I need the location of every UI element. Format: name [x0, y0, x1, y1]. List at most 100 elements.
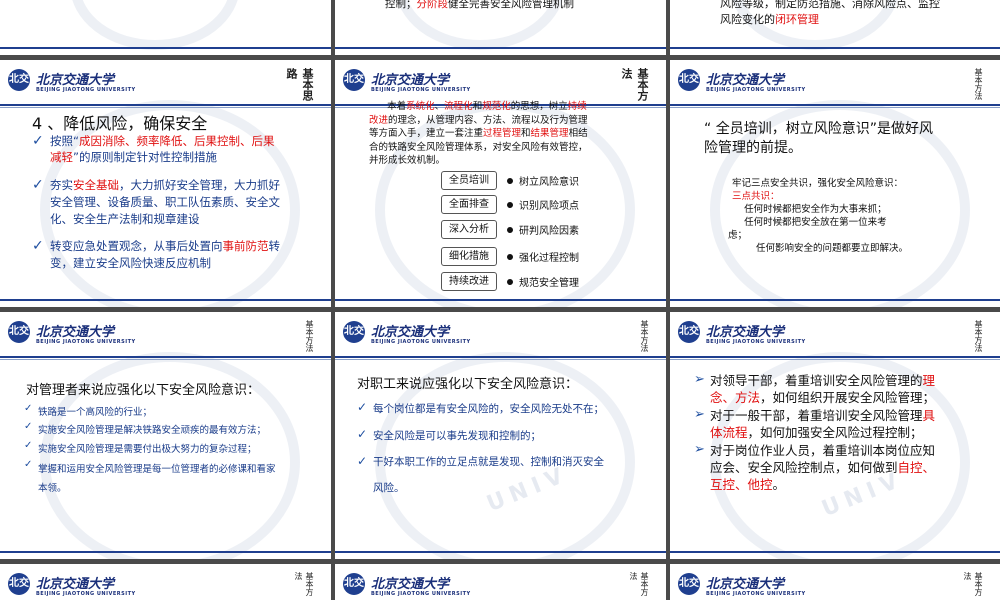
slide-12-partial[interactable]: 北交 北京交通大学 BEIJING JIAOTONG UNIVERSITY 基本…: [670, 564, 1000, 600]
footer-line: [0, 47, 331, 49]
slide-heading: “ 全员培训，树立风险意识”是做好风 险管理的前提。: [704, 121, 933, 156]
check-icon: ✓: [24, 459, 33, 470]
footer-line: [0, 299, 331, 301]
university-logo-sub: BEIJING JIAOTONG UNIVERSITY: [36, 87, 136, 93]
check-icon: ✓: [32, 177, 44, 193]
footer-line: [335, 551, 666, 553]
university-logo: 北京交通大学: [36, 73, 115, 88]
slide-7[interactable]: 北交 北京交通大学 BEIJING JIAOTONG UNIVERSITY 基本…: [0, 312, 331, 559]
section-label: 基本方法: [640, 320, 649, 352]
footer-line: [670, 299, 1000, 301]
intro-paragraph: 本着系统化、流程化和规范化的思想，树立持续 改进的理念，从管理内容、方法、流程以…: [369, 101, 588, 166]
flow-step-text: 树立风险意识: [507, 173, 579, 188]
consensus-text-cont: 虑；: [728, 230, 748, 241]
university-logo: 北京交通大学: [371, 73, 450, 88]
footer-line: [670, 551, 1000, 553]
university-seal-icon: 北交: [343, 321, 365, 343]
slide-heading: 对管理者来说应强化以下安全风险意识：: [26, 383, 261, 398]
slide-heading: 对职工来说应强化以下安全风险意识：: [357, 377, 579, 392]
flow-step-text: 研判风险因素: [507, 222, 579, 237]
university-logo: 北京交通大学: [706, 73, 785, 88]
bullet-1: 按照“成因消除、频率降低、后果控制、后果 减轻”的原则制定针对性控制措施: [50, 134, 275, 164]
watermark-seal: [70, 0, 240, 50]
university-logo-sub: BEIJING JIAOTONG UNIVERSITY: [36, 339, 136, 345]
section-label: 基本思路: [285, 68, 314, 101]
university-logo-sub: BEIJING JIAOTONG UNIVERSITY: [706, 87, 806, 93]
university-logo: 北京交通大学: [706, 325, 785, 340]
list-item: 实施安全风险管理是需要付出极大努力的复杂过程；: [38, 444, 257, 455]
slide-10-partial[interactable]: 北交 北京交通大学 BEIJING JIAOTONG UNIVERSITY 基本…: [0, 564, 331, 600]
flow-step-text: 强化过程控制: [507, 249, 579, 264]
slide-2-partial[interactable]: 控制；分阶段健全完善安全风险管理机制: [335, 0, 666, 55]
slide-3-text-line-2: 风险变化的闭环管理: [720, 13, 819, 26]
flow-step-box: 全面排查: [441, 195, 497, 214]
slide-6[interactable]: 北交 北京交通大学 BEIJING JIAOTONG UNIVERSITY 基本…: [670, 60, 1000, 307]
bullet-dot-icon: [507, 178, 513, 184]
check-icon: ✓: [357, 400, 368, 414]
university-logo-sub: BEIJING JIAOTONG UNIVERSITY: [36, 591, 136, 597]
bullet-dot-icon: [507, 279, 513, 285]
header-line: [670, 356, 1000, 358]
slide-2-text-line: 控制；分阶段健全完善安全风险管理机制: [385, 0, 574, 10]
flow-step-box: 持续改进: [441, 272, 497, 291]
list-item: 每个岗位都是有安全风险的，安全风险无处不在；: [373, 403, 604, 415]
slide-9[interactable]: UNIV 北交 北京交通大学 BEIJING JIAOTONG UNIVERSI…: [670, 312, 1000, 559]
bullet-dot-icon: [507, 254, 513, 260]
check-icon: ✓: [24, 403, 33, 414]
slide-4[interactable]: 北交 北京交通大学 BEIJING JIAOTONG UNIVERSITY 基本…: [0, 60, 331, 307]
consensus-text: 牢记三点安全共识，强化安全风险意识： 三点共识： 任何时候都把安全作为大事来抓；…: [732, 178, 904, 228]
university-logo: 北京交通大学: [36, 325, 115, 340]
section-label: 基本方法: [629, 572, 649, 596]
check-icon: ✓: [24, 440, 33, 451]
bullet-3: 对于岗位作业人员，着重培训本岗位应知 应会、安全风险控制点，如何做到自控、 互控…: [710, 443, 936, 492]
slide-title: 4 、降低风险，确保安全: [32, 114, 208, 133]
flow-step-box: 细化措施: [441, 247, 497, 266]
header-line: [0, 356, 331, 358]
header-line: [670, 104, 1000, 106]
university-seal-icon: 北交: [343, 573, 365, 595]
list-item: 干好本职工作的立足点就是发现、控制和消灭安全 风险。: [373, 456, 604, 494]
arrow-bullet-icon: ➢: [694, 442, 705, 457]
list-item: 实施安全风险管理是解决铁路安全顽疾的最有效方法；: [38, 425, 267, 436]
slide-1-partial[interactable]: [0, 0, 331, 55]
slide-8[interactable]: UNIV 北交 北京交通大学 BEIJING JIAOTONG UNIVERSI…: [335, 312, 666, 559]
university-logo-sub: BEIJING JIAOTONG UNIVERSITY: [371, 87, 471, 93]
university-seal-icon: 北交: [8, 69, 30, 91]
university-seal-icon: 北交: [678, 69, 700, 91]
university-logo: 北京交通大学: [371, 577, 450, 592]
slide-11-partial[interactable]: 北交 北京交通大学 BEIJING JIAOTONG UNIVERSITY 基本…: [335, 564, 666, 600]
check-icon: ✓: [357, 454, 368, 468]
check-icon: ✓: [357, 427, 368, 441]
slide-5[interactable]: 北交 北京交通大学 BEIJING JIAOTONG UNIVERSITY 基本…: [335, 60, 666, 307]
arrow-bullet-icon: ➢: [694, 407, 705, 422]
university-seal-icon: 北交: [678, 573, 700, 595]
university-logo: 北京交通大学: [371, 325, 450, 340]
university-logo: 北京交通大学: [706, 577, 785, 592]
footer-line: [335, 47, 666, 49]
header-line-thin: [670, 107, 1000, 108]
slide-header: 北交 北京交通大学 BEIJING JIAOTONG UNIVERSITY 基本…: [0, 60, 331, 108]
flow-step-box: 全员培训: [441, 171, 497, 190]
flow-step-box: 深入分析: [441, 220, 497, 239]
flow-step-text: 规范安全管理: [507, 274, 579, 289]
list-item: 安全风险是可以事先发现和控制的；: [373, 430, 541, 442]
bullet-2: 对于一般干部，着重培训安全风险管理具 体流程，如何加强安全风险过程控制；: [710, 408, 936, 440]
section-label: 基本方法: [294, 572, 314, 596]
section-label: 基本方法: [305, 320, 314, 352]
header-line-thin: [335, 359, 666, 360]
footer-line: [670, 47, 1000, 49]
list-item: 铁路是一个高风险的行业；: [38, 407, 153, 418]
check-icon: ✓: [32, 133, 44, 149]
university-logo-sub: BEIJING JIAOTONG UNIVERSITY: [706, 591, 806, 597]
header-line-thin: [0, 107, 331, 108]
section-label: 基本方法: [974, 68, 983, 100]
list-item: 掌握和运用安全风险管理是每一位管理者的必修课和看家 本领。: [38, 464, 276, 494]
bullet-dot-icon: [507, 227, 513, 233]
header-line-thin: [670, 359, 1000, 360]
slide-header: 北交 北京交通大学 BEIJING JIAOTONG UNIVERSITY 基本…: [670, 60, 1000, 108]
consensus-text-last: 任何影响安全的问题都要立即解决。: [756, 243, 909, 254]
university-seal-icon: 北交: [8, 573, 30, 595]
slide-3-partial[interactable]: 风险等级，制定防范措施、消除风险点、监控 风险变化的闭环管理: [670, 0, 1000, 55]
footer-line: [0, 551, 331, 553]
bullet-dot-icon: [507, 202, 513, 208]
